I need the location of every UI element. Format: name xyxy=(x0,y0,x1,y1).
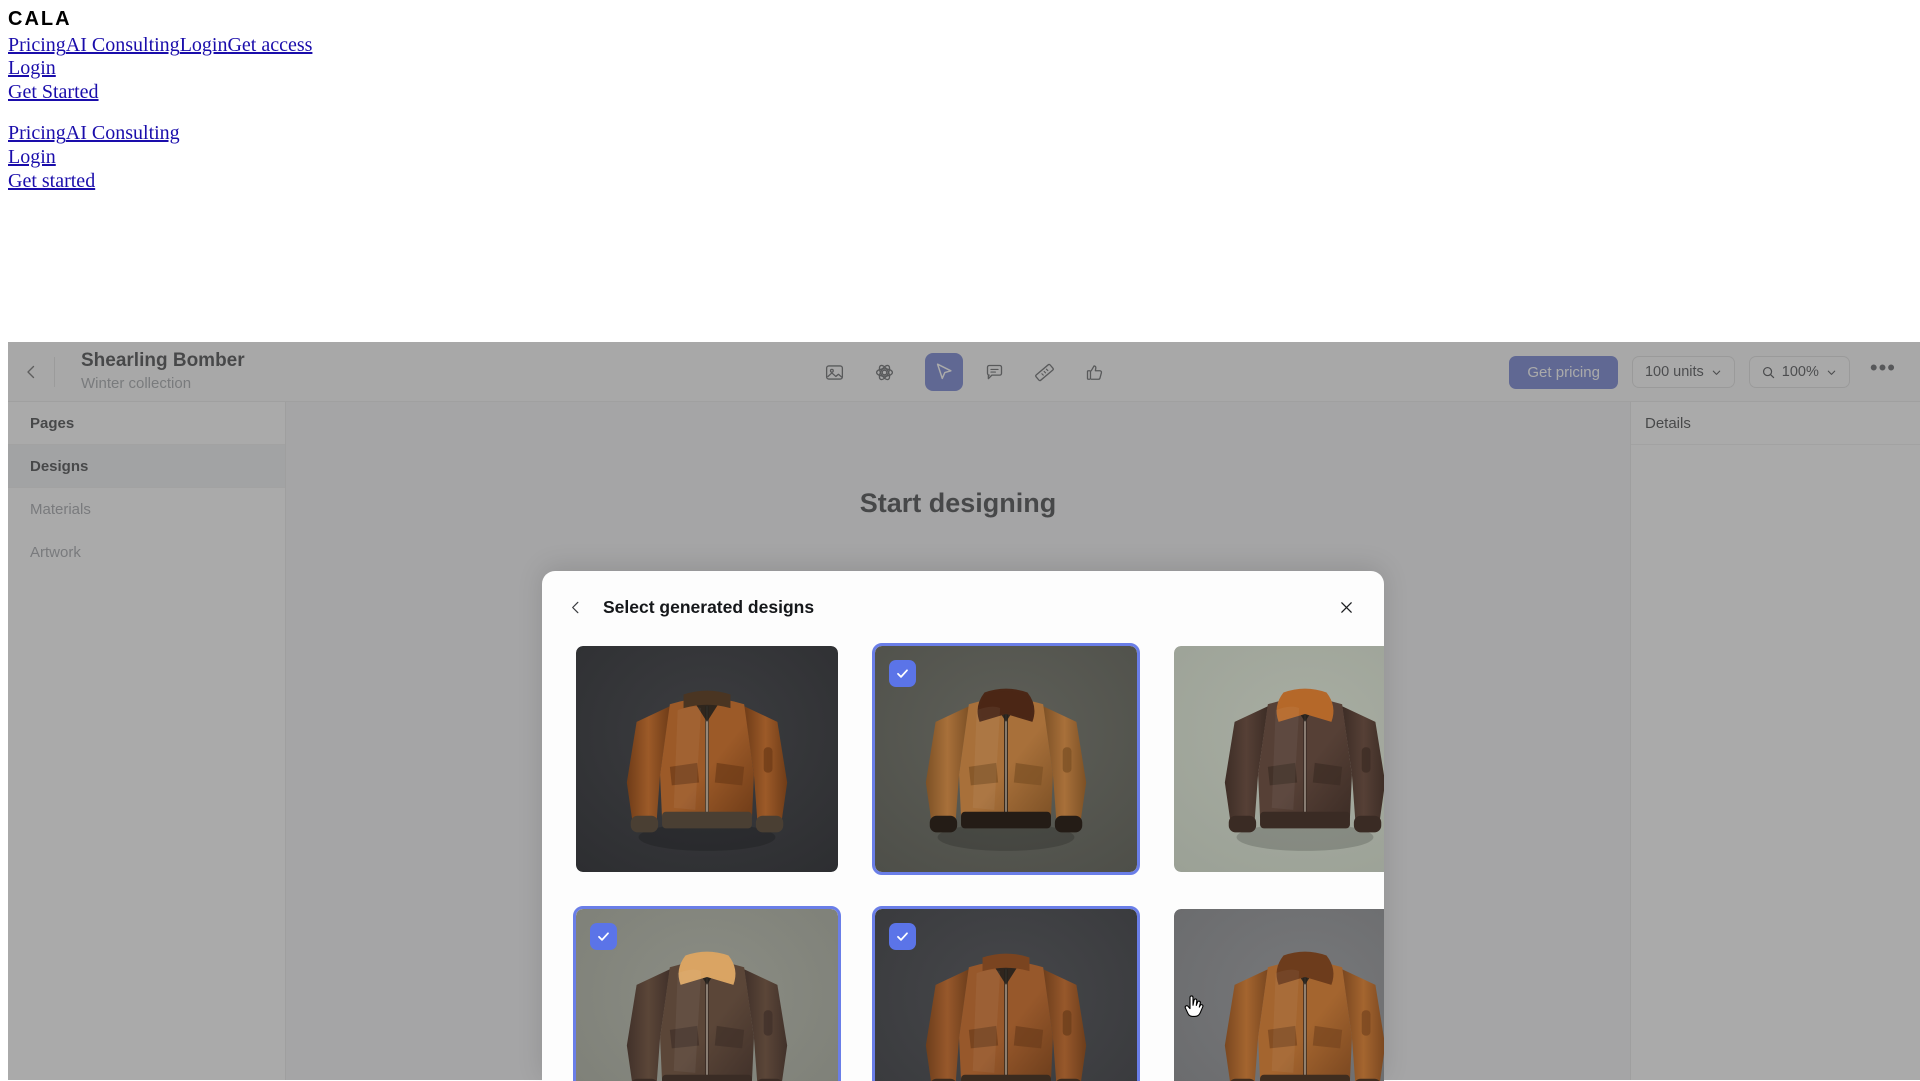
design-card[interactable] xyxy=(1171,643,1384,875)
nav-link-login-3[interactable]: Login xyxy=(8,146,56,168)
right-sidebar: Details xyxy=(1630,402,1920,1080)
app-header: Shearling Bomber Winter collection Get p… xyxy=(8,342,1920,402)
design-thumbnail xyxy=(1174,909,1384,1081)
raw-nav-line-4: PricingAI Consulting xyxy=(8,122,1912,146)
sidebar-item-pages[interactable]: Pages xyxy=(8,402,285,445)
tool-comment[interactable] xyxy=(975,353,1013,391)
raw-nav-line-6: Get started xyxy=(8,170,1912,194)
nav-link-ai-consulting-2[interactable]: AI Consulting xyxy=(66,122,180,144)
check-icon xyxy=(897,669,908,678)
atom-icon xyxy=(875,364,893,380)
design-grid xyxy=(542,643,1384,1081)
tool-ruler[interactable] xyxy=(1025,353,1063,391)
nav-link-get-started-caps[interactable]: Get Started xyxy=(8,81,99,103)
design-thumbnail xyxy=(1174,646,1384,872)
ruler-icon xyxy=(1034,363,1054,381)
left-sidebar: Pages Designs Materials Artwork xyxy=(8,402,286,1080)
back-button[interactable] xyxy=(8,342,54,402)
sidebar-label: Materials xyxy=(30,501,91,518)
raw-nav-spacer xyxy=(8,104,1912,122)
raw-top-nav: CALA PricingAI ConsultingLoginGet access… xyxy=(0,0,1920,193)
zoom-dropdown[interactable]: 100% xyxy=(1748,355,1850,389)
chevron-down-icon xyxy=(1827,370,1836,375)
select-designs-modal: Select generated designs xyxy=(542,571,1384,1081)
jacket-illustration xyxy=(1174,909,1384,1081)
pointing-hand-cursor-icon xyxy=(1184,995,1204,1017)
raw-nav-line-5: Login xyxy=(8,146,1912,170)
header-actions: Get pricing 100 units 100% ••• xyxy=(1509,342,1902,402)
modal-back-button[interactable] xyxy=(568,600,583,615)
close-icon xyxy=(1341,601,1352,613)
cursor-icon xyxy=(936,363,952,380)
search-icon xyxy=(1762,366,1775,378)
design-checkbox[interactable] xyxy=(590,923,617,950)
nav-link-login[interactable]: Login xyxy=(180,34,228,56)
image-icon xyxy=(825,364,843,380)
modal-header: Select generated designs xyxy=(542,571,1384,643)
jacket-illustration xyxy=(1174,646,1384,872)
chevron-left-icon xyxy=(572,601,579,613)
details-panel-header: Details xyxy=(1631,402,1920,445)
jacket-illustration xyxy=(576,646,838,872)
cala-logo: CALA xyxy=(8,8,72,30)
check-icon xyxy=(598,932,609,941)
page-title: Shearling Bomber xyxy=(81,350,245,372)
thumbs-up-icon xyxy=(1086,364,1102,380)
nav-link-pricing-2[interactable]: Pricing xyxy=(8,122,66,144)
design-checkbox[interactable] xyxy=(889,660,916,687)
page-subtitle: Winter collection xyxy=(81,375,192,393)
tool-cursor[interactable] xyxy=(925,353,963,391)
sidebar-item-artwork[interactable]: Artwork xyxy=(8,531,285,574)
comment-icon xyxy=(986,364,1002,379)
more-options-button[interactable]: ••• xyxy=(1864,356,1902,381)
units-value: 100 units xyxy=(1644,363,1704,380)
nav-link-get-started[interactable]: Get started xyxy=(8,170,95,192)
sidebar-label: Pages xyxy=(30,414,75,432)
design-card[interactable] xyxy=(872,906,1140,1081)
chevron-left-icon xyxy=(27,365,35,378)
sidebar-item-materials[interactable]: Materials xyxy=(8,488,285,531)
sidebar-label: Artwork xyxy=(30,544,81,561)
nav-link-pricing[interactable]: Pricing xyxy=(8,34,66,56)
document-title-block: Shearling Bomber Winter collection xyxy=(55,349,245,393)
raw-nav-line-3: Get Started xyxy=(8,81,1912,105)
sidebar-item-designs[interactable]: Designs xyxy=(8,445,285,488)
raw-nav-line-2: Login xyxy=(8,57,1912,81)
chevron-down-icon xyxy=(1712,370,1721,375)
mouse-cursor xyxy=(1183,995,1205,1021)
design-card[interactable] xyxy=(573,643,841,875)
design-checkbox[interactable] xyxy=(889,923,916,950)
nav-link-ai-consulting[interactable]: AI Consulting xyxy=(66,34,180,56)
zoom-value: 100% xyxy=(1781,363,1819,380)
design-thumbnail xyxy=(576,646,838,872)
check-icon xyxy=(897,932,908,941)
tool-thumbs-up[interactable] xyxy=(1075,353,1113,391)
tool-bar xyxy=(815,342,1113,402)
sidebar-label: Designs xyxy=(30,457,89,475)
tool-image[interactable] xyxy=(815,353,853,391)
units-dropdown[interactable]: 100 units xyxy=(1631,355,1735,389)
nav-link-get-access[interactable]: Get access xyxy=(227,34,312,56)
modal-title: Select generated designs xyxy=(603,596,815,617)
modal-close-button[interactable] xyxy=(1339,600,1354,615)
nav-link-login-2[interactable]: Login xyxy=(8,57,56,79)
design-card[interactable] xyxy=(872,643,1140,875)
design-card[interactable] xyxy=(573,906,841,1081)
raw-nav-line-1: PricingAI ConsultingLoginGet access xyxy=(8,34,1912,58)
design-card[interactable] xyxy=(1171,906,1384,1081)
get-pricing-button[interactable]: Get pricing xyxy=(1509,355,1618,389)
tool-atom[interactable] xyxy=(865,353,903,391)
